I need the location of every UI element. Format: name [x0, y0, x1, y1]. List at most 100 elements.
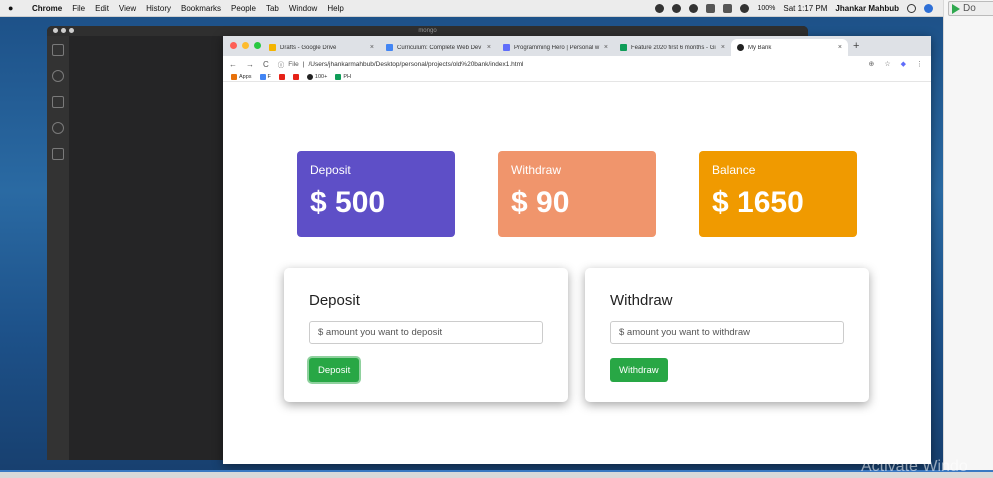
close-tab-icon[interactable]: × [721, 44, 725, 51]
airplay-icon[interactable] [723, 4, 733, 13]
deposit-button[interactable]: Deposit [309, 358, 360, 382]
activity-bar [47, 36, 69, 460]
tab-title: My Bank [748, 44, 772, 51]
menu-history[interactable]: History [146, 4, 171, 13]
tab-title: Feature 2020 first 6 months - Gi [631, 44, 716, 51]
withdraw-summary-card: Withdraw $ 90 [498, 151, 656, 237]
clock[interactable]: Sat 1:17 PM [783, 4, 827, 13]
record-icon[interactable] [655, 4, 665, 13]
bookmark-100[interactable]: 100+ [306, 73, 327, 80]
tab-title: Drafts - Google Drive [280, 44, 337, 51]
extension-icon[interactable]: ◆ [901, 60, 906, 68]
deposit-summary-label: Deposit [310, 163, 351, 177]
tab-feature-2020[interactable]: Feature 2020 first 6 months - Gi × [614, 39, 731, 56]
deposit-summary-card: Deposit $ 500 [297, 151, 455, 237]
min-dot[interactable] [61, 28, 66, 33]
background-window: Do [943, 0, 993, 478]
github-icon [306, 73, 313, 80]
menu-window[interactable]: Window [289, 4, 317, 13]
battery-percent[interactable]: 100% [757, 5, 775, 12]
toolbar-actions: ⊕ ☆ ◆ ⋮ [868, 60, 923, 68]
globe-icon [737, 44, 744, 51]
close-dot[interactable] [53, 28, 58, 33]
minimize-icon[interactable] [242, 42, 249, 49]
balance-summary-card: Balance $ 1650 [699, 151, 857, 237]
macos-menubar: ● Chrome File Edit View History Bookmark… [0, 0, 993, 17]
tabs: Drafts - Google Drive × Curriculum: Comp… [263, 39, 848, 56]
menu-icon[interactable]: ⋮ [916, 60, 923, 68]
close-tab-icon[interactable]: × [370, 44, 374, 51]
withdraw-form-card: Withdraw $ amount you want to withdraw W… [585, 268, 869, 402]
tab-curriculum[interactable]: Curriculum: Complete Web Dev × [380, 39, 497, 56]
user-name[interactable]: Jhankar Mahbub [835, 4, 899, 13]
vscode-titlebar: mongo [47, 26, 808, 36]
tab-programming-hero[interactable]: Programming Hero | Personal w × [497, 39, 614, 56]
menu-view[interactable]: View [119, 4, 136, 13]
bookmark-youtube-1[interactable] [278, 73, 285, 80]
bookmark-youtube-2[interactable] [292, 73, 299, 80]
forward-icon[interactable]: → [246, 60, 254, 69]
menu-help[interactable]: Help [327, 4, 343, 13]
menu-people[interactable]: People [231, 4, 256, 13]
traffic-lights [230, 42, 261, 49]
window-controls [53, 28, 74, 33]
docs-icon [259, 73, 266, 80]
run-button[interactable]: Do [948, 1, 993, 16]
withdraw-amount-input[interactable]: $ amount you want to withdraw [610, 321, 844, 344]
drive-icon [335, 73, 342, 80]
menu-app-name[interactable]: Chrome [32, 4, 62, 13]
close-tab-icon[interactable]: × [838, 44, 842, 51]
taskbar-edge [0, 470, 993, 478]
docs-icon [386, 44, 393, 51]
bookmark-f[interactable]: F [259, 73, 271, 80]
withdraw-summary-value: $ 90 [511, 186, 570, 219]
search-icon[interactable] [907, 4, 916, 13]
close-tab-icon[interactable]: × [487, 44, 491, 51]
tab-title: Programming Hero | Personal w [514, 44, 600, 51]
close-icon[interactable] [230, 42, 237, 49]
browser-toolbar: ← → C ⓘ File | /Users/jhankarmahbub/Desk… [223, 56, 931, 72]
divider: | [302, 60, 305, 68]
bookmark-apps[interactable]: Apps [231, 73, 252, 80]
url-text[interactable]: /Users/jhankarmahbub/Desktop/personal/pr… [308, 61, 523, 68]
wifi-icon[interactable] [689, 4, 699, 13]
chrome-window: Drafts - Google Drive × Curriculum: Comp… [223, 36, 931, 464]
apple-icon[interactable]: ● [8, 3, 22, 13]
withdraw-button[interactable]: Withdraw [610, 358, 668, 382]
zoom-icon[interactable]: ⊕ [868, 60, 874, 68]
flag-icon[interactable] [706, 4, 716, 13]
address-bar[interactable]: ⓘ File | /Users/jhankarmahbub/Desktop/pe… [278, 59, 524, 70]
menu-file[interactable]: File [72, 4, 85, 13]
explorer-icon[interactable] [52, 44, 64, 56]
close-tab-icon[interactable]: × [604, 44, 608, 51]
bookmark-ph[interactable]: PH [335, 73, 351, 80]
tab-my-bank[interactable]: My Bank × [731, 39, 848, 56]
youtube-icon [278, 73, 285, 80]
extensions-icon[interactable] [52, 148, 64, 160]
source-control-icon[interactable] [52, 96, 64, 108]
new-tab-icon[interactable]: + [853, 40, 859, 52]
siri-icon[interactable] [924, 4, 933, 13]
menu-edit[interactable]: Edit [95, 4, 109, 13]
info-icon[interactable]: ⓘ [278, 59, 285, 69]
star-icon[interactable]: ☆ [884, 60, 890, 68]
tab-drive[interactable]: Drafts - Google Drive × [263, 39, 380, 56]
volume-icon[interactable] [740, 4, 750, 13]
menu-bookmarks[interactable]: Bookmarks [181, 4, 221, 13]
reload-icon[interactable]: C [263, 60, 269, 69]
apps-grid-icon [231, 73, 237, 80]
editor-sidebar [69, 36, 223, 460]
withdraw-summary-label: Withdraw [511, 163, 562, 177]
menu-tab[interactable]: Tab [266, 4, 279, 13]
menu-extra-icon[interactable] [672, 4, 682, 13]
search-icon[interactable] [52, 70, 64, 82]
debug-icon[interactable] [52, 122, 64, 134]
url-scheme: File [288, 60, 299, 68]
run-button-label: Do [963, 3, 976, 14]
deposit-amount-input[interactable]: $ amount you want to deposit [309, 321, 543, 344]
withdraw-form-title: Withdraw [610, 292, 673, 309]
maximize-icon[interactable] [254, 42, 261, 49]
back-icon[interactable]: ← [229, 60, 237, 69]
max-dot[interactable] [69, 28, 74, 33]
youtube-icon [292, 73, 299, 80]
